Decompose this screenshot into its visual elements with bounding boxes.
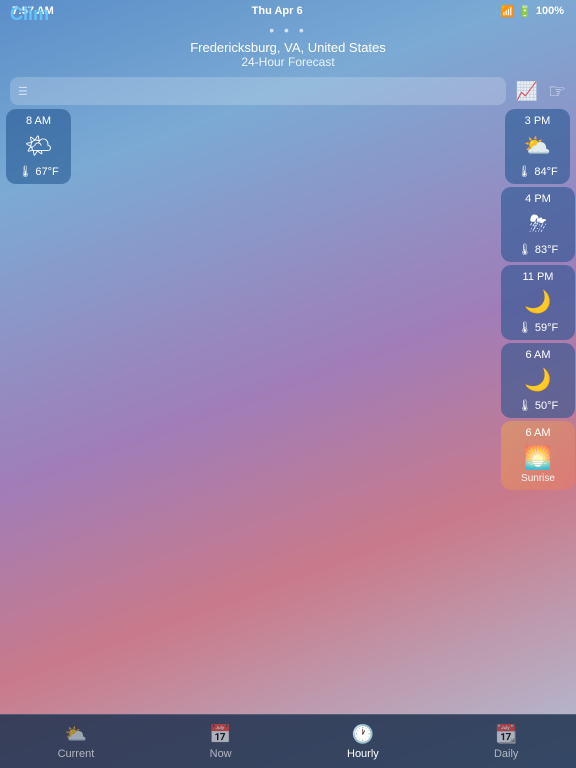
battery-level: 100% xyxy=(536,5,564,17)
bottom-nav: ⛅ Current 📅 Now 🕐 Hourly 📆 Daily xyxy=(0,714,576,768)
status-right: 📶 🔋 100% xyxy=(500,5,564,18)
app-logo: Clim xyxy=(10,4,49,25)
hour-cell-8am[interactable]: 8 AM 🌤 🌡 67°F xyxy=(6,109,71,184)
hourly-icon: 🕐 xyxy=(352,724,374,745)
now-icon: 📅 xyxy=(209,724,231,745)
hand-icon[interactable]: ☞ xyxy=(548,79,566,104)
hour-cell-6am[interactable]: 6 AM 🌙 🌡 50°F xyxy=(501,343,575,418)
current-label: Current xyxy=(58,748,95,760)
toolbar: ☰ 📈 ☞ xyxy=(0,73,576,109)
hourly-label: Hourly xyxy=(347,748,379,760)
nav-current[interactable]: ⛅ Current xyxy=(58,724,95,760)
battery-icon: 🔋 xyxy=(518,5,532,18)
daily-icon: 📆 xyxy=(495,724,517,745)
now-label: Now xyxy=(210,748,232,760)
right-hourly-column: 4 PM ⛈ 🌡 83°F 11 PM 🌙 🌡 59°F 6 AM 🌙 🌡 50… xyxy=(496,184,576,190)
nav-now[interactable]: 📅 Now xyxy=(209,724,231,760)
current-icon: ⛅ xyxy=(65,724,87,745)
hourly-strip[interactable]: 8 AM 🌤 🌡 67°F 3 PM ⛅ 🌡 84°F xyxy=(0,109,576,184)
location-label: Fredericksburg, VA, United States xyxy=(0,40,576,55)
nav-daily[interactable]: 📆 Daily xyxy=(494,724,518,760)
wifi-icon: 📶 xyxy=(500,5,514,18)
hour-cell-11pm[interactable]: 11 PM 🌙 🌡 59°F xyxy=(501,265,575,340)
forecast-type-label: 24-Hour Forecast xyxy=(0,55,576,69)
search-bar-container[interactable]: ☰ xyxy=(10,77,506,105)
status-day: Thu Apr 6 xyxy=(252,5,303,17)
hour-cell-3pm[interactable]: 3 PM ⛅ 🌡 84°F xyxy=(505,109,570,184)
hour-cell-sunrise[interactable]: 6 AM 🌅 Sunrise xyxy=(501,421,575,490)
status-bar: 7:57 AM Thu Apr 6 📶 🔋 100% xyxy=(0,0,576,22)
header-dots: • • • xyxy=(0,22,576,38)
daily-label: Daily xyxy=(494,748,518,760)
nav-hourly[interactable]: 🕐 Hourly xyxy=(347,724,379,760)
chart-icon[interactable]: 📈 xyxy=(516,81,538,102)
header: • • • Fredericksburg, VA, United States … xyxy=(0,22,576,73)
hour-cell-4pm[interactable]: 4 PM ⛈ 🌡 83°F xyxy=(501,187,575,262)
list-icon: ☰ xyxy=(18,85,28,98)
